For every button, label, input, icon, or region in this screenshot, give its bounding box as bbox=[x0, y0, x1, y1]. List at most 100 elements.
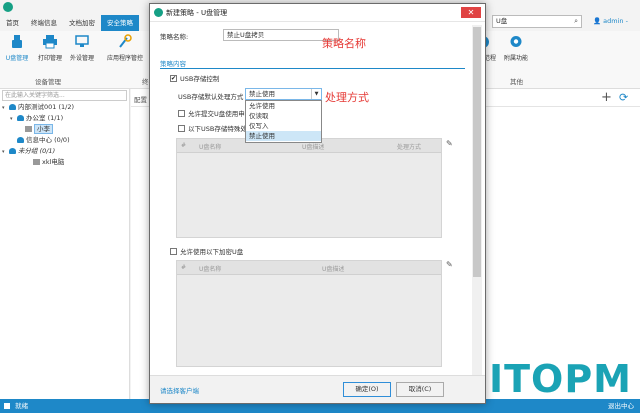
user-name: admin - bbox=[603, 17, 628, 25]
dialog-scrollbar[interactable] bbox=[472, 25, 482, 377]
mode-option[interactable]: 允许使用 bbox=[246, 101, 321, 111]
status-icon bbox=[4, 403, 10, 409]
default-mode-dropdown: 允许使用 仅读取 仅写入 禁止使用 bbox=[245, 100, 322, 143]
checkbox-box bbox=[178, 109, 185, 117]
usb-manage-button[interactable]: U盘管理 bbox=[1, 34, 33, 62]
tree-item-label: 办公室 (1/1) bbox=[26, 114, 64, 122]
computer-icon bbox=[25, 126, 32, 132]
grid-col-index: # bbox=[181, 264, 187, 271]
tree-filter-input[interactable]: 在此输入关键字筛选... bbox=[2, 90, 127, 101]
tree-item-xiaoli[interactable]: 小李 bbox=[0, 124, 129, 135]
sidebar: 在此输入关键字筛选... ▾ 内部测试001 (1/2) ▾ 办公室 (1/1) 小… bbox=[0, 89, 130, 399]
edit-pencil-icon[interactable]: ✎ bbox=[446, 139, 453, 148]
ok-button[interactable]: 确定(O) bbox=[343, 382, 391, 397]
refresh-icon[interactable]: ⟳ bbox=[619, 91, 628, 104]
app-logo-icon bbox=[3, 2, 13, 12]
allow-encrypted-checkbox[interactable]: 允许使用以下加密U盘 bbox=[170, 246, 243, 256]
extra-functions-label: 附属功能 bbox=[503, 55, 528, 62]
allow-encrypted-label: 允许使用以下加密U盘 bbox=[180, 248, 244, 256]
tree-item-label: 信息中心 (0/0) bbox=[26, 136, 70, 144]
grid-col-name: U盘名称 bbox=[199, 266, 222, 273]
mode-option-selected[interactable]: 禁止使用 bbox=[246, 131, 321, 141]
tree-item-office[interactable]: ▾ 办公室 (1/1) bbox=[0, 113, 129, 124]
search-icon: ⌕ bbox=[574, 17, 578, 25]
tree-item-label: xkl电脑 bbox=[42, 158, 65, 166]
section-divider bbox=[160, 68, 465, 69]
tree-item-label: 未分组 (0/1) bbox=[18, 147, 56, 155]
select-client-link[interactable]: 请选择客户端 bbox=[160, 385, 199, 395]
group-icon bbox=[17, 115, 24, 121]
global-search-input[interactable]: U盘 ⌕ bbox=[492, 15, 582, 28]
tab-terminal-info[interactable]: 终端信息 bbox=[25, 15, 63, 31]
special-usb-grid: # U盘名称 U盘描述 处理方式 bbox=[176, 138, 442, 238]
mode-option[interactable]: 仅写入 bbox=[246, 121, 321, 131]
app-control-label: 应用程序管控 bbox=[106, 55, 143, 62]
usb-icon bbox=[12, 35, 22, 48]
grid-col-desc: U盘描述 bbox=[302, 144, 325, 151]
default-mode-value: 禁止使用 bbox=[249, 90, 275, 98]
tree-item-root[interactable]: ▾ 内部测试001 (1/2) bbox=[0, 102, 129, 113]
group-icon bbox=[17, 137, 24, 143]
peripheral-manage-button[interactable]: 外设管理 bbox=[66, 34, 98, 62]
tree-item-xkl-pc[interactable]: xkl电脑 bbox=[0, 157, 129, 168]
grid-col-index: # bbox=[181, 142, 187, 149]
default-mode-select[interactable]: 禁止使用 ▼ bbox=[245, 88, 322, 100]
status-right-text: 退出中心 bbox=[608, 402, 634, 410]
app-tab-bar: 首页 终端信息 文档加密 安全策略 bbox=[0, 15, 139, 31]
add-icon[interactable]: + bbox=[601, 90, 612, 105]
print-manage-button[interactable]: 打印管理 bbox=[34, 34, 66, 62]
tree-item-label: 内部测试001 (1/2) bbox=[18, 103, 75, 111]
tab-security-policy[interactable]: 安全策略 bbox=[101, 15, 139, 31]
usb-control-checkbox[interactable]: ✔ USB存储控制 bbox=[170, 73, 219, 83]
encrypted-usb-grid: # U盘名称 U盘描述 bbox=[176, 260, 442, 367]
checkbox-box bbox=[178, 124, 185, 132]
cancel-button[interactable]: 取消(C) bbox=[396, 382, 444, 397]
ribbon-group-device: 设备管理 bbox=[35, 78, 61, 86]
usb-manage-label: U盘管理 bbox=[5, 55, 29, 62]
group-icon bbox=[9, 148, 16, 154]
itopm-watermark: ITOPM bbox=[488, 357, 632, 401]
annotation-policy-name: 策略名称 bbox=[322, 37, 366, 50]
dialog-body: 策略名称: 禁止U盘拷贝 策略名称 策略内容 ✔ USB存储控制 USB存储默认… bbox=[150, 22, 470, 377]
computer-icon bbox=[33, 159, 40, 165]
grid-col-name: U盘名称 bbox=[199, 144, 222, 151]
ribbon-group-other: 其他 bbox=[510, 78, 523, 86]
allow-submit-checkbox[interactable]: 允许提交U盘使用申 bbox=[178, 108, 245, 118]
peripheral-manage-label: 外设管理 bbox=[69, 55, 94, 62]
close-icon[interactable]: ✕ bbox=[461, 7, 481, 18]
gear-icon bbox=[510, 36, 522, 47]
tree-item-ungrouped[interactable]: ▾ 未分组 (0/1) bbox=[0, 146, 129, 157]
checkmark-icon: ✔ bbox=[170, 74, 177, 82]
tree-item-label: 小李 bbox=[34, 124, 53, 134]
print-manage-label: 打印管理 bbox=[37, 55, 62, 62]
special-usb-checkbox[interactable]: 以下USB存储特殊处 bbox=[178, 123, 247, 133]
annotation-mode: 处理方式 bbox=[325, 91, 369, 104]
edit-pencil-icon[interactable]: ✎ bbox=[446, 260, 453, 269]
dialog-titlebar[interactable]: 新建策略 - U盘管理 ✕ bbox=[150, 4, 485, 22]
extra-functions-button[interactable]: 附属功能 bbox=[500, 34, 532, 62]
tab-home[interactable]: 首页 bbox=[0, 15, 25, 31]
chevron-down-icon[interactable]: ▼ bbox=[311, 89, 321, 99]
tab-doc-encryption[interactable]: 文档加密 bbox=[63, 15, 101, 31]
ribbon-group-partial: 终 bbox=[142, 78, 149, 86]
section-title: 策略内容 bbox=[160, 60, 186, 68]
user-icon: 👤 bbox=[593, 17, 602, 25]
usb-control-label: USB存储控制 bbox=[180, 75, 220, 83]
special-usb-label: 以下USB存储特殊处 bbox=[188, 125, 247, 133]
grid-col-desc: U盘描述 bbox=[322, 266, 345, 273]
dialog-footer: 请选择客户端 确定(O) 取消(C) bbox=[150, 375, 485, 403]
content-header-label: 配置 bbox=[134, 96, 147, 104]
mode-option[interactable]: 仅读取 bbox=[246, 111, 321, 121]
app-control-button[interactable]: 应用程序管控 bbox=[103, 34, 147, 62]
printer-icon bbox=[43, 35, 57, 49]
policy-name-label: 策略名称: bbox=[160, 33, 189, 41]
scrollbar-thumb[interactable] bbox=[473, 27, 481, 277]
user-menu[interactable]: 👤 admin - bbox=[593, 17, 628, 25]
allow-submit-label: 允许提交U盘使用申 bbox=[188, 110, 245, 118]
tree-item-info-center[interactable]: 信息中心 (0/0) bbox=[0, 135, 129, 146]
group-icon bbox=[9, 104, 16, 110]
grid-col-mode: 处理方式 bbox=[397, 144, 422, 151]
checkbox-box bbox=[170, 247, 177, 255]
grid-header: # U盘名称 U盘描述 bbox=[177, 261, 441, 275]
app-logo-icon bbox=[154, 8, 163, 17]
